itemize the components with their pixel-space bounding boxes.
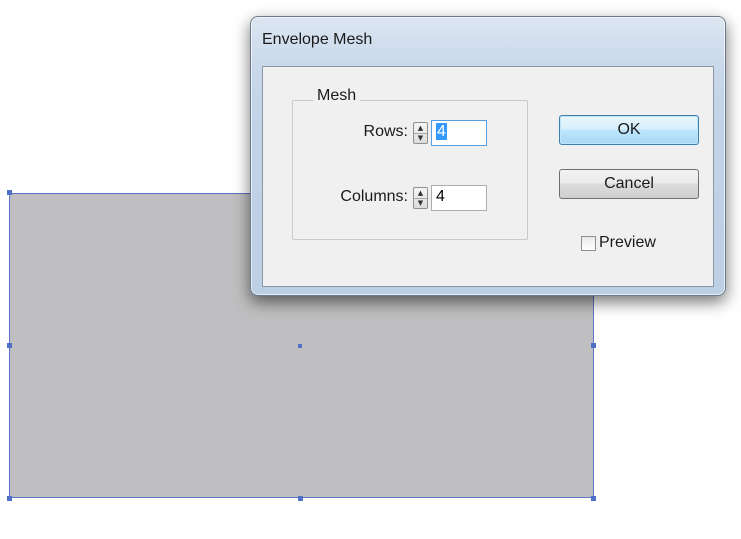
- ok-button[interactable]: OK: [559, 115, 699, 145]
- columns-input[interactable]: 4: [431, 185, 487, 211]
- rows-input-value: 4: [436, 123, 447, 140]
- columns-decrement-arrow-icon[interactable]: ▼: [414, 198, 427, 208]
- rows-spinner[interactable]: ▲ ▼: [413, 122, 428, 144]
- bounding-box-handle-top-left[interactable]: [7, 190, 12, 195]
- preview-label[interactable]: Preview: [599, 234, 656, 252]
- mesh-group-label: Mesh: [313, 87, 361, 105]
- dialog-body: Mesh Rows: ▲ ▼ 4 Columns: ▲ ▼ 4 OK Cance…: [262, 66, 714, 287]
- mesh-groupbox: [292, 100, 528, 240]
- rows-label: Rows:: [363, 123, 408, 140]
- bounding-box-handle-bottom-left[interactable]: [7, 496, 12, 501]
- rows-input[interactable]: 4: [431, 120, 487, 146]
- columns-label: Columns:: [340, 188, 408, 205]
- bounding-box-handle-middle-right[interactable]: [591, 343, 596, 348]
- bounding-box-handle-bottom-middle[interactable]: [298, 496, 303, 501]
- dialog-title: Envelope Mesh: [262, 31, 373, 48]
- columns-spinner[interactable]: ▲ ▼: [413, 187, 428, 209]
- columns-input-value: 4: [436, 188, 445, 205]
- rows-decrement-arrow-icon[interactable]: ▼: [414, 133, 427, 143]
- envelope-mesh-dialog: Envelope Mesh Mesh Rows: ▲ ▼ 4 Columns: …: [250, 16, 726, 296]
- shape-center-point: [298, 344, 302, 348]
- bounding-box-handle-middle-left[interactable]: [7, 343, 12, 348]
- bounding-box-handle-bottom-right[interactable]: [591, 496, 596, 501]
- preview-checkbox[interactable]: [581, 236, 596, 251]
- cancel-button[interactable]: Cancel: [559, 169, 699, 199]
